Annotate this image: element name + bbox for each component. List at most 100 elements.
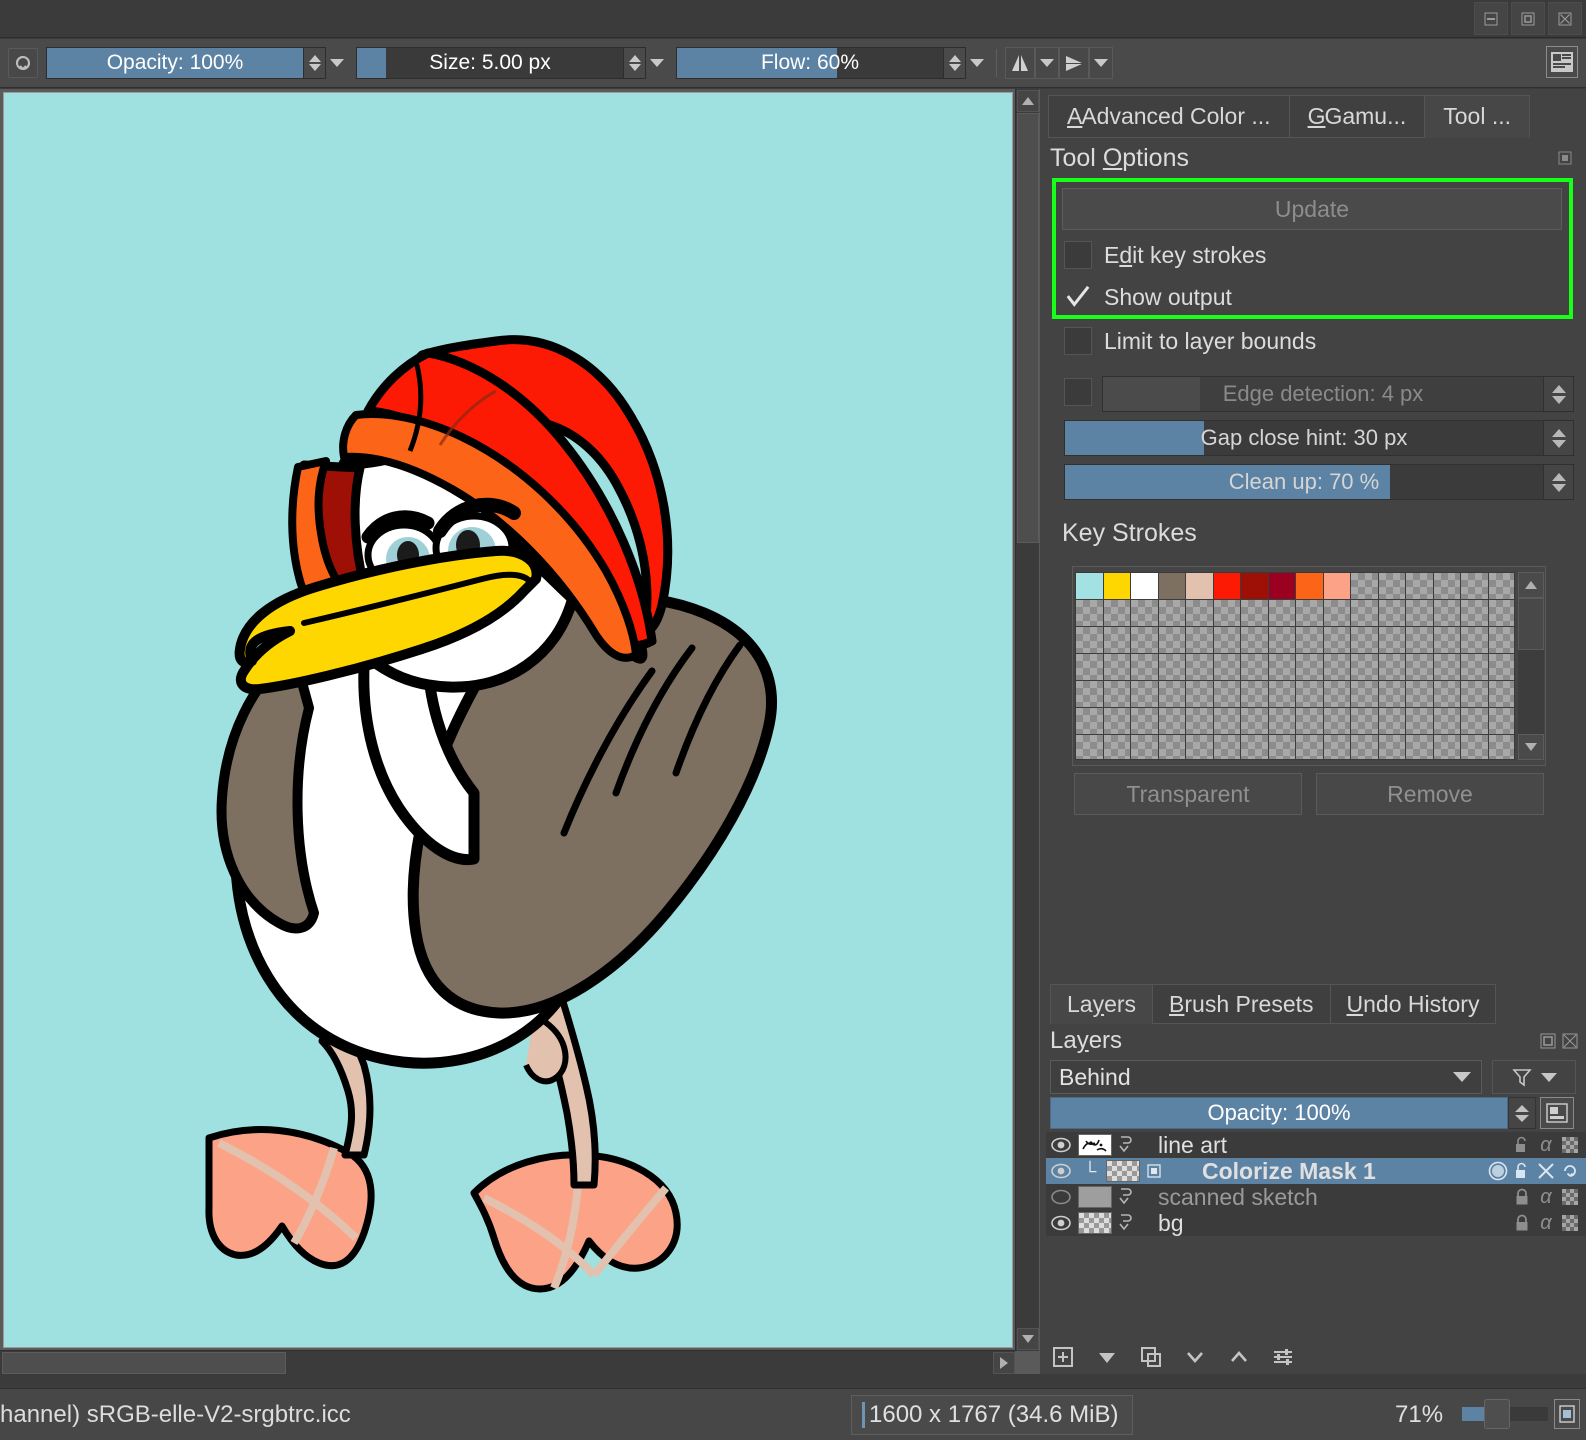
minimize-icon[interactable] — [1474, 2, 1508, 35]
layer-thumbnail[interactable] — [1078, 1134, 1112, 1156]
swatch-empty[interactable] — [1269, 708, 1297, 735]
float-docker-icon[interactable] — [1558, 151, 1572, 165]
duplicate-layer-icon[interactable] — [1138, 1344, 1164, 1370]
limit-to-layer-bounds-row[interactable]: Limit to layer bounds — [1064, 327, 1316, 355]
swatch-empty[interactable] — [1241, 627, 1269, 654]
swatch-empty[interactable] — [1489, 627, 1516, 654]
swatch-empty[interactable] — [1296, 654, 1324, 681]
alpha-icon[interactable]: α — [1534, 1184, 1558, 1210]
opacity-slider[interactable]: Opacity: 100% — [46, 47, 304, 79]
layer-visibility-toggle[interactable] — [1046, 1215, 1076, 1231]
float-docker-icon[interactable] — [1540, 1033, 1556, 1054]
swatch-orange[interactable] — [1296, 573, 1324, 600]
layer-visibility-toggle[interactable] — [1046, 1189, 1076, 1205]
swatch-empty[interactable] — [1324, 654, 1352, 681]
swatch-empty[interactable] — [1241, 708, 1269, 735]
swatch-empty[interactable] — [1159, 735, 1187, 760]
lock-open-icon[interactable] — [1510, 1132, 1534, 1158]
show-output-row[interactable]: Show output — [1064, 283, 1232, 311]
fit-page-icon[interactable] — [1554, 1399, 1580, 1429]
swatch-empty[interactable] — [1159, 627, 1187, 654]
layer-thumbnail[interactable] — [1106, 1160, 1140, 1182]
move-layer-down-icon[interactable] — [1182, 1344, 1208, 1370]
swatch-tan-legs[interactable] — [1186, 573, 1214, 600]
swatch-empty[interactable] — [1186, 627, 1214, 654]
canvas-vertical-scrollbar[interactable] — [1015, 89, 1039, 1351]
clean-up-track[interactable]: Clean up: 70 % — [1064, 464, 1544, 500]
swatch-empty[interactable] — [1351, 573, 1379, 600]
swatch-empty[interactable] — [1131, 654, 1159, 681]
add-layer-dropdown-icon[interactable] — [1094, 1344, 1120, 1370]
restore-icon[interactable] — [1511, 2, 1545, 35]
swatch-empty[interactable] — [1296, 600, 1324, 627]
layer-list[interactable]: line artα└Colorize Mask 1scanned sketchα… — [1046, 1132, 1586, 1236]
layer-opacity-spinner[interactable] — [1508, 1097, 1536, 1129]
swatch-empty[interactable] — [1406, 681, 1434, 708]
swatch-empty[interactable] — [1241, 681, 1269, 708]
swatch-empty[interactable] — [1406, 654, 1434, 681]
swatch-empty[interactable] — [1324, 627, 1352, 654]
x-icon[interactable] — [1534, 1158, 1558, 1184]
scroll-right-icon[interactable] — [993, 1352, 1015, 1374]
key-strokes-scroll-down-icon[interactable] — [1518, 734, 1544, 760]
swatch-empty[interactable] — [1379, 600, 1407, 627]
key-strokes-swatch-grid[interactable] — [1076, 573, 1514, 760]
swatch-empty[interactable] — [1351, 735, 1379, 760]
mirror-horizontal-dropdown-icon[interactable] — [1035, 47, 1059, 79]
swatch-empty[interactable] — [1324, 735, 1352, 760]
swatch-empty[interactable] — [1159, 681, 1187, 708]
key-strokes-scroll-up-icon[interactable] — [1518, 572, 1544, 598]
flow-dropdown-icon[interactable] — [966, 47, 988, 79]
lock-closed-icon[interactable] — [1510, 1184, 1534, 1210]
swatch-empty[interactable] — [1131, 600, 1159, 627]
swatch-empty[interactable] — [1076, 600, 1104, 627]
swatch-empty[interactable] — [1159, 600, 1187, 627]
swatch-empty[interactable] — [1214, 654, 1242, 681]
swatch-empty[interactable] — [1214, 708, 1242, 735]
opacity-spinner[interactable] — [304, 47, 326, 79]
layer-thumbnail[interactable] — [1078, 1212, 1112, 1234]
swatch-crimson[interactable] — [1269, 573, 1297, 600]
add-layer-icon[interactable] — [1050, 1344, 1076, 1370]
swatch-empty[interactable] — [1434, 627, 1462, 654]
layer-collapse-icon[interactable] — [1112, 1212, 1140, 1234]
swatch-empty[interactable] — [1159, 708, 1187, 735]
move-layer-up-icon[interactable] — [1226, 1344, 1252, 1370]
clean-up-spinner[interactable] — [1544, 464, 1574, 500]
gap-close-hint-slider[interactable]: Gap close hint: 30 px — [1064, 420, 1574, 456]
layer-opacity-extra-button[interactable] — [1540, 1097, 1574, 1129]
swatch-empty[interactable] — [1241, 735, 1269, 760]
swatch-red-hat[interactable] — [1214, 573, 1242, 600]
mirror-vertical-icon[interactable] — [1059, 47, 1089, 79]
swatch-empty[interactable] — [1406, 600, 1434, 627]
size-spinner[interactable] — [624, 47, 646, 79]
transparent-button[interactable]: Transparent — [1074, 773, 1302, 815]
swatch-empty[interactable] — [1241, 654, 1269, 681]
swatch-empty[interactable] — [1461, 681, 1489, 708]
layer-row[interactable]: └Colorize Mask 1 — [1046, 1158, 1586, 1184]
circle-icon[interactable] — [1486, 1158, 1510, 1184]
document-dimensions[interactable]: 1600 x 1767 (34.6 MiB) — [851, 1395, 1133, 1435]
tab-advanced-color[interactable]: AAdvanced Color ... — [1048, 95, 1290, 138]
layer-properties-icon[interactable] — [1270, 1344, 1296, 1370]
swatch-empty[interactable] — [1131, 627, 1159, 654]
close-docker-icon[interactable] — [1562, 1033, 1578, 1054]
update-button[interactable]: Update — [1062, 188, 1562, 230]
swatch-empty[interactable] — [1104, 654, 1132, 681]
swatch-empty[interactable] — [1461, 600, 1489, 627]
swatch-empty[interactable] — [1214, 627, 1242, 654]
swatch-empty[interactable] — [1269, 681, 1297, 708]
lock-closed-icon[interactable] — [1510, 1210, 1534, 1236]
swatch-empty[interactable] — [1379, 627, 1407, 654]
swatch-empty[interactable] — [1076, 654, 1104, 681]
layer-collapse-icon[interactable] — [1112, 1134, 1140, 1156]
swatch-empty[interactable] — [1296, 681, 1324, 708]
swatch-empty[interactable] — [1406, 735, 1434, 760]
key-strokes-scrollbar[interactable] — [1518, 572, 1544, 760]
mirror-horizontal-icon[interactable] — [1005, 47, 1035, 79]
scroll-up-icon[interactable] — [1017, 90, 1039, 112]
alpha-icon[interactable]: α — [1534, 1132, 1558, 1158]
swatch-brown-wing[interactable] — [1159, 573, 1187, 600]
layer-collapse-icon[interactable] — [1112, 1186, 1140, 1208]
swatch-empty[interactable] — [1434, 735, 1462, 760]
